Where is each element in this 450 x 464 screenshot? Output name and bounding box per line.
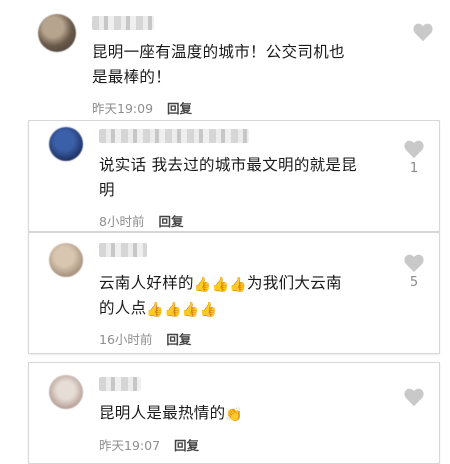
comment-time: 16小时前 xyxy=(99,332,153,347)
username[interactable] xyxy=(99,243,147,257)
thumbs-up-emoji: 👍 xyxy=(193,277,212,293)
reply-button[interactable]: 回复 xyxy=(166,332,191,347)
comment-card: 说实话 我去过的城市最文明的就是昆 明 8小时前 回复 1 xyxy=(28,120,440,232)
comment-text-segment: 昆明人是最热情的 xyxy=(99,404,226,422)
comment-text: 云南人好样的👍👍👍为我们大云南 的人点👍👍👍👍 xyxy=(99,271,399,321)
avatar[interactable] xyxy=(49,243,83,277)
comment-card: 昆明一座有温度的城市！公交司机也 是最棒的！ 昨天19:09 回复 xyxy=(0,0,450,120)
comment-meta: 昨天19:07 回复 xyxy=(99,435,199,454)
comment-text-line: 云南人好样的👍👍👍为我们大云南 xyxy=(99,271,399,296)
comment-text-line: 是最棒的！ xyxy=(92,68,172,86)
comment-text-segment: 云南人好样的 xyxy=(99,274,194,292)
reply-button[interactable]: 回复 xyxy=(174,438,199,453)
comment-text-line: 昆明一座有温度的城市！公交司机也 xyxy=(92,43,345,61)
username[interactable] xyxy=(92,16,154,30)
heart-icon[interactable] xyxy=(403,387,425,407)
clapping-hands-emoji: 👏 xyxy=(225,407,244,423)
reply-button[interactable]: 回复 xyxy=(167,101,192,116)
thumbs-up-emoji: 👍 xyxy=(199,302,218,318)
heart-icon[interactable] xyxy=(403,253,425,273)
comment-text-line: 的人点👍👍👍👍 xyxy=(99,296,399,321)
comment-time: 昨天19:09 xyxy=(92,101,154,116)
username[interactable] xyxy=(99,129,249,143)
comment-text: 说实话 我去过的城市最文明的就是昆 明 xyxy=(99,153,399,203)
comment-text-line: 昆明人是最热情的👏 xyxy=(99,401,399,426)
comment-time: 昨天19:07 xyxy=(99,438,161,453)
comment-meta: 8小时前 回复 xyxy=(99,211,183,230)
thumbs-up-emoji: 👍 xyxy=(164,302,182,318)
thumbs-up-emoji: 👍 xyxy=(181,302,200,318)
comment-text-line: 明 xyxy=(99,181,115,199)
comment-thread: 昆明一座有温度的城市！公交司机也 是最棒的！ 昨天19:09 回复 说实话 我去过… xyxy=(0,0,450,464)
avatar[interactable] xyxy=(38,14,76,52)
comment-text: 昆明人是最热情的👏 xyxy=(99,401,399,426)
thumbs-up-emoji: 👍 xyxy=(146,302,165,318)
comment-text-segment: 为我们大云南 xyxy=(247,274,342,292)
heart-icon[interactable] xyxy=(412,22,434,42)
comment-card: 昆明人是最热情的👏 昨天19:07 回复 xyxy=(28,362,440,464)
like-count: 1 xyxy=(409,161,419,176)
comment-text: 昆明一座有温度的城市！公交司机也 是最棒的！ xyxy=(92,40,412,90)
thumbs-up-emoji: 👍 xyxy=(229,277,248,293)
avatar[interactable] xyxy=(49,375,83,409)
comment-text-segment: 的人点 xyxy=(99,299,147,317)
comment-text-line: 说实话 我去过的城市最文明的就是昆 xyxy=(99,156,358,174)
comment-card: 云南人好样的👍👍👍为我们大云南 的人点👍👍👍👍 16小时前 回复 5 xyxy=(28,232,440,354)
comment-meta: 16小时前 回复 xyxy=(99,329,191,348)
comment-meta: 昨天19:09 回复 xyxy=(92,98,192,117)
username[interactable] xyxy=(99,377,141,391)
reply-button[interactable]: 回复 xyxy=(158,214,183,229)
like-count: 5 xyxy=(409,275,419,290)
avatar[interactable] xyxy=(49,127,83,161)
comment-time: 8小时前 xyxy=(99,214,145,229)
thumbs-up-emoji: 👍 xyxy=(211,277,230,293)
heart-icon[interactable] xyxy=(403,139,425,159)
